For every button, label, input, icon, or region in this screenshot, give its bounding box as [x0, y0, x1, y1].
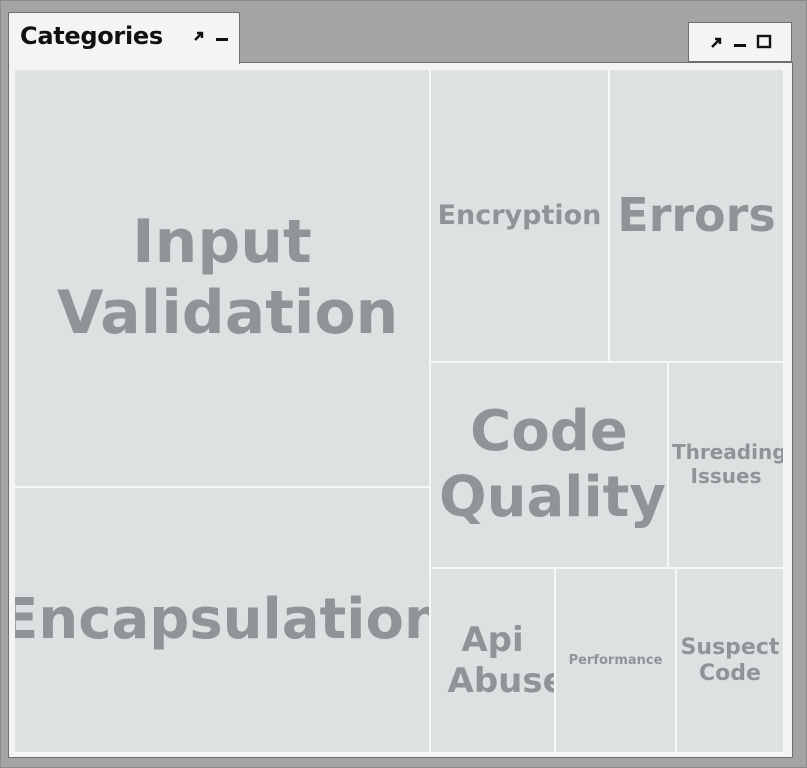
minimize-icon[interactable] [213, 27, 231, 45]
cell-label: Errors [617, 188, 776, 243]
maximize-icon[interactable] [755, 33, 773, 51]
treemap-cell-api-abuse[interactable]: Api Abuse [431, 569, 556, 754]
categories-treemap: Input Validation Encapsulation Encryptio… [15, 70, 785, 754]
treemap-cell-code-quality[interactable]: Code Quality [431, 363, 669, 569]
treemap-cell-input-validation[interactable]: Input Validation [15, 70, 431, 488]
treemap-cell-encryption[interactable]: Encryption [431, 70, 610, 363]
tab-title: Categories [20, 22, 163, 50]
cell-label: Performance [568, 652, 663, 668]
cell-label: Input Validation [57, 207, 399, 348]
treemap-cell-suspect-code[interactable]: Suspect Code [677, 569, 785, 754]
cell-label: Encapsulation [15, 586, 431, 652]
minimize-icon[interactable] [731, 33, 749, 51]
treemap-cell-performance[interactable]: Performance [556, 569, 677, 754]
cell-label: Threading Issues [672, 440, 785, 488]
cell-label: Code Quality [439, 398, 666, 530]
cell-label: Suspect Code [680, 634, 780, 686]
treemap-cell-errors[interactable]: Errors [610, 70, 785, 363]
window-controls [688, 22, 792, 62]
treemap-cell-threading-issues[interactable]: Threading Issues [669, 363, 785, 569]
treemap-cell-encapsulation[interactable]: Encapsulation [15, 488, 431, 754]
restore-arrow-icon[interactable] [707, 33, 725, 51]
cell-label: Api Abuse [447, 620, 556, 701]
cell-label: Encryption [437, 199, 602, 231]
restore-arrow-icon[interactable] [189, 27, 207, 45]
tab-categories[interactable]: Categories [8, 12, 240, 64]
